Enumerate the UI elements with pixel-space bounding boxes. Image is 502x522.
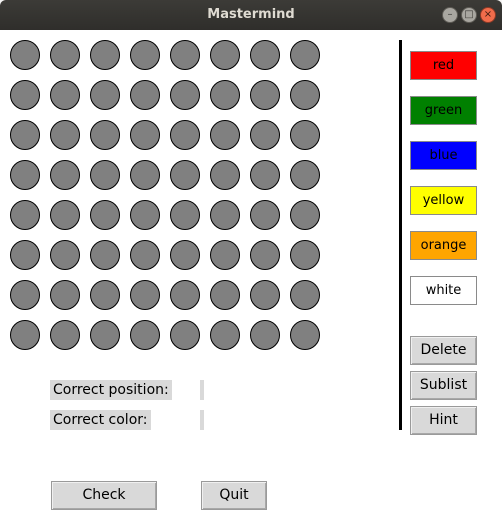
peg-slot[interactable] [210,80,240,110]
maximize-icon[interactable]: □ [461,7,477,23]
correct-position-label: Correct position: [50,380,172,400]
peg-slot[interactable] [250,120,280,150]
peg-slot[interactable] [10,160,40,190]
mastermind-window: Mastermind – □ × red green blue yellow orang… [0,0,502,522]
peg-slot[interactable] [290,160,320,190]
hint-button[interactable]: Hint [410,406,477,435]
peg-slot[interactable] [250,80,280,110]
color-button-yellow[interactable]: yellow [410,186,477,215]
window-title: Mastermind [207,7,295,22]
peg-slot[interactable] [90,40,120,70]
peg-slot[interactable] [50,40,80,70]
peg-slot[interactable] [10,120,40,150]
sublist-button[interactable]: Sublist [410,371,477,400]
peg-slot[interactable] [250,240,280,270]
peg-slot[interactable] [290,40,320,70]
peg-slot[interactable] [170,280,200,310]
peg-slot[interactable] [10,320,40,350]
peg-slot[interactable] [10,40,40,70]
peg-slot[interactable] [130,320,160,350]
peg-slot[interactable] [210,320,240,350]
color-button-white[interactable]: white [410,276,477,305]
peg-slot[interactable] [90,160,120,190]
correct-color-label: Correct color: [50,410,151,430]
peg-slot[interactable] [290,280,320,310]
peg-slot[interactable] [290,120,320,150]
peg-slot[interactable] [130,200,160,230]
peg-slot[interactable] [170,320,200,350]
peg-slot[interactable] [10,80,40,110]
peg-slot[interactable] [90,120,120,150]
peg-slot[interactable] [170,160,200,190]
peg-slot[interactable] [50,200,80,230]
check-button[interactable]: Check [51,481,157,510]
close-icon[interactable]: × [480,7,496,23]
peg-slot[interactable] [250,280,280,310]
peg-slot[interactable] [90,280,120,310]
peg-slot[interactable] [90,80,120,110]
peg-slot[interactable] [130,240,160,270]
peg-slot[interactable] [210,280,240,310]
correct-color-value [200,410,204,430]
main-content: red green blue yellow orange white Delete Sub… [0,30,502,522]
peg-slot[interactable] [50,280,80,310]
peg-slot[interactable] [250,200,280,230]
peg-slot[interactable] [90,320,120,350]
peg-slot[interactable] [50,160,80,190]
peg-slot[interactable] [90,200,120,230]
peg-slot[interactable] [170,80,200,110]
peg-slot[interactable] [250,40,280,70]
peg-slot[interactable] [90,240,120,270]
color-button-orange[interactable]: orange [410,231,477,260]
peg-slot[interactable] [170,120,200,150]
peg-slot[interactable] [130,160,160,190]
peg-slot[interactable] [290,80,320,110]
peg-slot[interactable] [130,80,160,110]
color-button-green[interactable]: green [410,96,477,125]
peg-slot[interactable] [250,320,280,350]
peg-slot[interactable] [170,40,200,70]
peg-slot[interactable] [210,160,240,190]
minimize-icon[interactable]: – [442,7,458,23]
delete-button[interactable]: Delete [410,336,477,365]
peg-slot[interactable] [290,240,320,270]
color-button-blue[interactable]: blue [410,141,477,170]
correct-position-value [200,380,204,400]
peg-slot[interactable] [210,120,240,150]
peg-slot[interactable] [130,40,160,70]
divider-line [399,40,402,430]
peg-slot[interactable] [130,280,160,310]
title-bar[interactable]: Mastermind – □ × [0,0,502,30]
peg-slot[interactable] [50,320,80,350]
peg-slot[interactable] [10,200,40,230]
quit-button[interactable]: Quit [201,481,267,510]
peg-slot[interactable] [210,40,240,70]
peg-slot[interactable] [250,160,280,190]
peg-slot[interactable] [50,240,80,270]
peg-slot[interactable] [50,120,80,150]
peg-slot[interactable] [130,120,160,150]
peg-slot[interactable] [50,80,80,110]
peg-slot[interactable] [210,200,240,230]
peg-slot[interactable] [170,200,200,230]
color-button-red[interactable]: red [410,51,477,80]
peg-slot[interactable] [290,200,320,230]
peg-slot[interactable] [170,240,200,270]
peg-slot[interactable] [290,320,320,350]
peg-slot[interactable] [10,240,40,270]
peg-slot[interactable] [210,240,240,270]
peg-slot[interactable] [10,280,40,310]
